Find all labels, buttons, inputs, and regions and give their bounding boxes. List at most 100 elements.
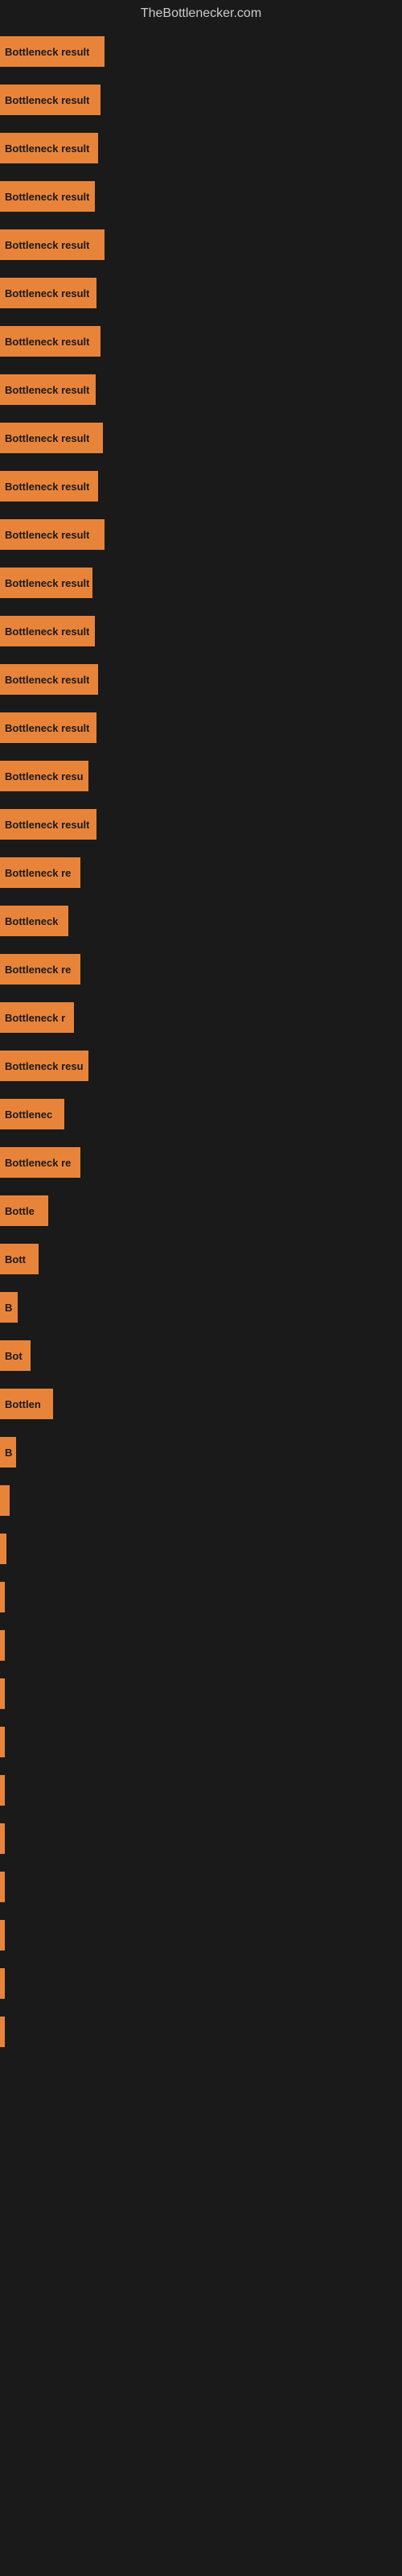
bar-34 xyxy=(0,1678,5,1709)
bar-row-13: Bottleneck result xyxy=(0,655,402,704)
bar-row-31 xyxy=(0,1525,402,1573)
bar-16: Bottleneck result xyxy=(0,809,96,840)
bar-label-8: Bottleneck result xyxy=(5,432,89,444)
bar-28: Bottlen xyxy=(0,1389,53,1419)
bar-label-4: Bottleneck result xyxy=(5,239,89,251)
bar-row-32 xyxy=(0,1573,402,1621)
bar-label-13: Bottleneck result xyxy=(5,674,89,686)
bar-13: Bottleneck result xyxy=(0,664,98,695)
bar-row-26: B xyxy=(0,1283,402,1331)
bar-4: Bottleneck result xyxy=(0,229,105,260)
bar-row-40 xyxy=(0,1959,402,2008)
bar-row-18: Bottleneck xyxy=(0,897,402,945)
bar-label-20: Bottleneck r xyxy=(5,1012,65,1024)
bar-19: Bottleneck re xyxy=(0,954,80,985)
bar-8: Bottleneck result xyxy=(0,423,103,453)
bar-label-6: Bottleneck result xyxy=(5,336,89,348)
bar-label-22: Bottlenec xyxy=(5,1108,52,1121)
bar-3: Bottleneck result xyxy=(0,181,95,212)
bar-21: Bottleneck resu xyxy=(0,1051,88,1081)
bar-label-19: Bottleneck re xyxy=(5,964,71,976)
bar-row-12: Bottleneck result xyxy=(0,607,402,655)
bar-0: Bottleneck result xyxy=(0,36,105,67)
bar-10: Bottleneck result xyxy=(0,519,105,550)
bar-label-10: Bottleneck result xyxy=(5,529,89,541)
bar-5: Bottleneck result xyxy=(0,278,96,308)
bar-label-2: Bottleneck result xyxy=(5,142,89,155)
bar-row-4: Bottleneck result xyxy=(0,221,402,269)
bar-label-12: Bottleneck result xyxy=(5,625,89,638)
bar-11: Bottleneck result xyxy=(0,568,92,598)
bar-35 xyxy=(0,1727,5,1757)
bar-12: Bottleneck result xyxy=(0,616,95,646)
bar-label-1: Bottleneck result xyxy=(5,94,89,106)
bar-24: Bottle xyxy=(0,1195,48,1226)
bar-row-6: Bottleneck result xyxy=(0,317,402,365)
bar-label-14: Bottleneck result xyxy=(5,722,89,734)
bar-row-14: Bottleneck result xyxy=(0,704,402,752)
bar-label-7: Bottleneck result xyxy=(5,384,89,396)
bar-row-29: B xyxy=(0,1428,402,1476)
bar-40 xyxy=(0,1968,5,1999)
bar-31 xyxy=(0,1534,6,1564)
bar-label-5: Bottleneck result xyxy=(5,287,89,299)
bar-row-36 xyxy=(0,1766,402,1814)
bar-6: Bottleneck result xyxy=(0,326,100,357)
bar-2: Bottleneck result xyxy=(0,133,98,163)
bar-label-3: Bottleneck result xyxy=(5,191,89,203)
site-title: TheBottlenecker.com xyxy=(0,0,402,27)
bar-label-18: Bottleneck xyxy=(5,915,58,927)
bar-label-9: Bottleneck result xyxy=(5,481,89,493)
bar-row-34 xyxy=(0,1670,402,1718)
bar-row-5: Bottleneck result xyxy=(0,269,402,317)
bar-32 xyxy=(0,1582,5,1612)
bar-label-26: B xyxy=(5,1302,12,1314)
bar-1: Bottleneck result xyxy=(0,85,100,115)
bar-23: Bottleneck re xyxy=(0,1147,80,1178)
bar-label-23: Bottleneck re xyxy=(5,1157,71,1169)
bar-label-21: Bottleneck resu xyxy=(5,1060,84,1072)
bar-22: Bottlenec xyxy=(0,1099,64,1129)
bar-label-28: Bottlen xyxy=(5,1398,41,1410)
bar-row-20: Bottleneck r xyxy=(0,993,402,1042)
bar-29: B xyxy=(0,1437,16,1468)
bar-row-11: Bottleneck result xyxy=(0,559,402,607)
bar-15: Bottleneck resu xyxy=(0,761,88,791)
bar-row-15: Bottleneck resu xyxy=(0,752,402,800)
bar-row-37 xyxy=(0,1814,402,1863)
bar-label-0: Bottleneck result xyxy=(5,46,89,58)
bar-row-23: Bottleneck re xyxy=(0,1138,402,1187)
bar-20: Bottleneck r xyxy=(0,1002,74,1033)
bar-row-8: Bottleneck result xyxy=(0,414,402,462)
bar-label-11: Bottleneck result xyxy=(5,577,89,589)
bar-row-35 xyxy=(0,1718,402,1766)
bar-row-22: Bottlenec xyxy=(0,1090,402,1138)
bar-7: Bottleneck result xyxy=(0,374,96,405)
bar-30 xyxy=(0,1485,10,1516)
bar-row-24: Bottle xyxy=(0,1187,402,1235)
bar-row-7: Bottleneck result xyxy=(0,365,402,414)
bar-row-33 xyxy=(0,1621,402,1670)
bar-17: Bottleneck re xyxy=(0,857,80,888)
bar-row-38 xyxy=(0,1863,402,1911)
bar-label-15: Bottleneck resu xyxy=(5,770,84,782)
bar-row-39 xyxy=(0,1911,402,1959)
bar-9: Bottleneck result xyxy=(0,471,98,502)
bar-25: Bott xyxy=(0,1244,39,1274)
bar-39 xyxy=(0,1920,5,1951)
bar-row-17: Bottleneck re xyxy=(0,848,402,897)
bar-row-19: Bottleneck re xyxy=(0,945,402,993)
bar-37 xyxy=(0,1823,5,1854)
bar-label-24: Bottle xyxy=(5,1205,35,1217)
bar-row-1: Bottleneck result xyxy=(0,76,402,124)
bar-row-21: Bottleneck resu xyxy=(0,1042,402,1090)
bar-row-9: Bottleneck result xyxy=(0,462,402,510)
bar-36 xyxy=(0,1775,5,1806)
bar-14: Bottleneck result xyxy=(0,712,96,743)
bar-row-0: Bottleneck result xyxy=(0,27,402,76)
bar-row-27: Bot xyxy=(0,1331,402,1380)
bar-row-30 xyxy=(0,1476,402,1525)
bar-row-41 xyxy=(0,2008,402,2056)
bar-26: B xyxy=(0,1292,18,1323)
bar-18: Bottleneck xyxy=(0,906,68,936)
